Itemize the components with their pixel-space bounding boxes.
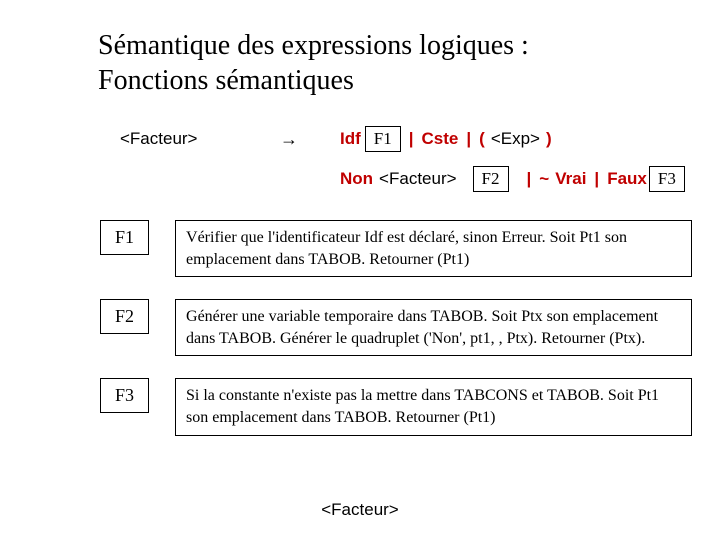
grammar-rhs-1: Idf F1 | Cste | ( <Exp> ): [340, 126, 672, 152]
tag-f1-inline: F1: [365, 126, 401, 152]
rules-list: F1 Vérifier que l'identificateur Idf est…: [102, 220, 692, 436]
slide: Sémantique des expressions logiques : Fo…: [0, 0, 720, 540]
grammar-row-1: <Facteur> → Idf F1 | Cste | ( <Exp> ): [120, 126, 672, 152]
rule-tag-f1: F1: [100, 220, 149, 255]
title-line-1: Sémantique des expressions logiques :: [98, 30, 529, 61]
rule-text-f2: Générer une variable temporaire dans TAB…: [175, 299, 692, 356]
rule-tag-f2: F2: [100, 299, 149, 334]
bar-3: |: [525, 169, 534, 189]
arrow-icon: →: [280, 129, 340, 150]
token-tilde-1: ~: [539, 169, 549, 189]
token-faux: Faux: [607, 169, 647, 189]
rule-tag-left: F3: [102, 378, 149, 413]
token-cste: Cste: [422, 129, 459, 149]
token-paren-open: (: [479, 129, 485, 149]
rule-text-f1: Vérifier que l'identificateur Idf est dé…: [175, 220, 692, 277]
rule-row-f3: F3 Si la constante n'existe pas la mettr…: [102, 378, 692, 435]
rule-tag-f3: F3: [100, 378, 149, 413]
grammar-lhs: <Facteur>: [120, 129, 280, 149]
rule-text-f3: Si la constante n'existe pas la mettre d…: [175, 378, 692, 435]
tag-f3-inline: F3: [649, 166, 685, 192]
bar-1: |: [407, 129, 416, 149]
bar-2: |: [464, 129, 473, 149]
rule-tag-left: F1: [102, 220, 149, 255]
grammar-block: <Facteur> → Idf F1 | Cste | ( <Exp> ) No…: [120, 126, 672, 192]
grammar-rhs-2: Non <Facteur> F2 | ~ Vrai | Faux F3: [340, 166, 685, 192]
token-paren-close: ): [546, 129, 552, 149]
token-non: Non: [340, 169, 373, 189]
token-facteur: <Facteur>: [379, 169, 457, 189]
footer-label: <Facteur>: [0, 500, 720, 520]
rule-row-f2: F2 Générer une variable temporaire dans …: [102, 299, 692, 356]
grammar-row-2: Non <Facteur> F2 | ~Vrai | Faux F3: [120, 166, 672, 192]
rule-tag-left: F2: [102, 299, 149, 334]
token-vrai: Vrai: [555, 169, 586, 189]
token-exp: <Exp>: [491, 129, 540, 149]
tag-f2-inline: F2: [473, 166, 509, 192]
rule-row-f1: F1 Vérifier que l'identificateur Idf est…: [102, 220, 692, 277]
title-line-2: Fonctions sémantiques: [98, 65, 354, 96]
token-idf: Idf: [340, 129, 361, 149]
bar-4: |: [592, 169, 601, 189]
slide-title: Sémantique des expressions logiques : Fo…: [98, 28, 672, 98]
